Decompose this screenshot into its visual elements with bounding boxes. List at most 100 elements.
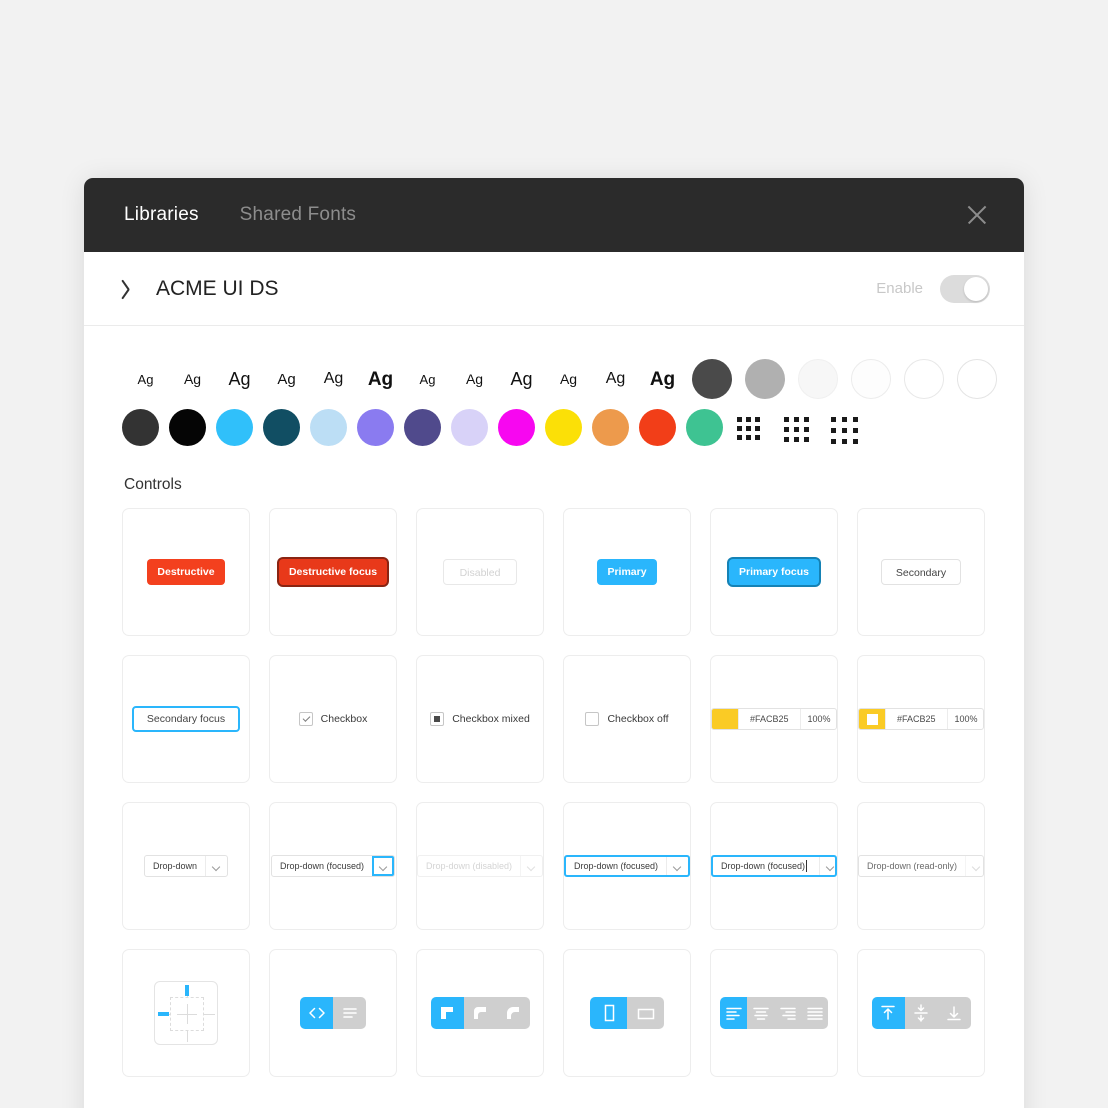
swatch-black[interactable] xyxy=(169,408,206,446)
swatch-white-2[interactable] xyxy=(957,359,997,399)
color-swatch-solid[interactable] xyxy=(712,709,738,729)
swatch-red-orange[interactable] xyxy=(639,408,676,446)
dot-grid-medium[interactable] xyxy=(780,407,827,447)
type-sample-5[interactable]: Ag xyxy=(357,370,404,389)
color-opacity-value-ring[interactable]: 100% xyxy=(946,709,983,729)
close-icon[interactable] xyxy=(964,202,990,228)
checkbox-mixed-icon[interactable] xyxy=(430,712,445,726)
vertical-align-toggle[interactable] xyxy=(871,997,971,1029)
dropdown-focused-text-label[interactable]: Drop-down (focused) xyxy=(713,857,819,875)
orientation-toggle[interactable] xyxy=(590,997,664,1029)
corner-radius-toggle[interactable] xyxy=(430,997,530,1029)
swatch-sky-blue[interactable] xyxy=(216,408,253,446)
destructive-focus-button[interactable]: Destructive focus xyxy=(278,559,388,585)
swatch-periwinkle[interactable] xyxy=(357,408,394,446)
type-sample-6[interactable]: Ag xyxy=(404,373,451,386)
align-justify-icon[interactable] xyxy=(801,997,828,1029)
swatch-charcoal[interactable] xyxy=(122,408,159,446)
dot-grid-tight[interactable] xyxy=(733,407,780,447)
text-lines-icon[interactable] xyxy=(333,997,366,1029)
swatch-indigo[interactable] xyxy=(404,408,441,446)
spacing-widget[interactable] xyxy=(154,981,218,1045)
type-sample-9[interactable]: Ag xyxy=(545,372,592,386)
dropdown-focused-all[interactable]: Drop-down (focused) xyxy=(564,855,690,877)
swatch-green[interactable] xyxy=(686,408,723,446)
card-primary: Primary xyxy=(563,508,691,636)
swatch-near-white-1[interactable] xyxy=(798,359,838,399)
enable-toggle[interactable] xyxy=(940,274,990,303)
color-opacity-value[interactable]: 100% xyxy=(799,709,836,729)
swatch-light-blue[interactable] xyxy=(310,408,347,446)
align-left-icon[interactable] xyxy=(720,997,747,1029)
type-sample-4[interactable]: Ag xyxy=(310,371,357,387)
chevron-left-icon[interactable] xyxy=(124,278,137,300)
landscape-icon[interactable] xyxy=(627,997,664,1029)
type-sample-1[interactable]: Ag xyxy=(169,372,216,386)
spacing-line-bottom xyxy=(186,1031,188,1042)
swatch-near-white-2[interactable] xyxy=(851,359,891,399)
checkbox-off-icon[interactable] xyxy=(585,712,600,726)
checkbox-mixed-row[interactable]: Checkbox mixed xyxy=(430,712,530,726)
color-field-ring[interactable]: #FACB25 100% xyxy=(858,708,984,730)
type-sample-3[interactable]: Ag xyxy=(263,372,310,387)
chevron-down-icon[interactable] xyxy=(372,856,394,876)
corner-round-large-icon[interactable] xyxy=(496,997,530,1029)
dropdown-focused-arrow[interactable]: Drop-down (focused) xyxy=(270,855,396,877)
card-spacing-widget xyxy=(122,949,250,1077)
swatch-mid-gray[interactable] xyxy=(745,359,785,399)
swatch-magenta[interactable] xyxy=(498,408,535,446)
color-swatch-row xyxy=(122,404,986,450)
text-align-toggle[interactable] xyxy=(720,997,828,1029)
secondary-button[interactable]: Secondary xyxy=(880,559,962,585)
type-sample-7[interactable]: Ag xyxy=(451,372,498,386)
type-sample-0[interactable]: Ag xyxy=(122,373,169,386)
align-top-icon[interactable] xyxy=(871,997,905,1029)
chevron-down-icon[interactable] xyxy=(666,857,688,875)
secondary-focus-button[interactable]: Secondary focus xyxy=(131,706,241,732)
dot-grid-wide[interactable] xyxy=(827,407,874,447)
align-middle-icon[interactable] xyxy=(904,997,938,1029)
swatch-yellow[interactable] xyxy=(545,408,582,446)
tab-shared-fonts[interactable]: Shared Fonts xyxy=(240,204,356,226)
color-hex-value-ring[interactable]: #FACB25 xyxy=(885,709,947,729)
primary-button[interactable]: Primary xyxy=(597,559,657,585)
modal-titlebar: Libraries Shared Fonts xyxy=(84,178,1024,252)
type-sample-11[interactable]: Ag xyxy=(639,370,686,389)
card-vertical-align-toggle xyxy=(857,949,985,1077)
card-checkbox-mixed: Checkbox mixed xyxy=(416,655,544,783)
spacing-active-top xyxy=(185,985,189,996)
align-center-icon[interactable] xyxy=(747,997,774,1029)
swatch-white-1[interactable] xyxy=(904,359,944,399)
align-bottom-icon[interactable] xyxy=(937,997,971,1029)
destructive-button[interactable]: Destructive xyxy=(147,559,225,585)
dropdown-focused-arrow-label: Drop-down (focused) xyxy=(279,861,365,871)
card-primary-focus: Primary focus xyxy=(710,508,838,636)
tab-libraries[interactable]: Libraries xyxy=(124,204,199,226)
swatch-dark-gray[interactable] xyxy=(692,359,732,399)
dropdown-readonly-label: Drop-down (read-only) xyxy=(867,861,958,871)
color-swatch-ring[interactable] xyxy=(859,709,885,729)
dropdown-default[interactable]: Drop-down xyxy=(143,855,229,877)
corner-sharp-icon[interactable] xyxy=(430,997,464,1029)
code-text-toggle[interactable] xyxy=(300,997,366,1029)
disabled-button: Disabled xyxy=(442,559,518,585)
corner-round-small-icon[interactable] xyxy=(463,997,497,1029)
swatch-teal-dark[interactable] xyxy=(263,408,300,446)
color-hex-value[interactable]: #FACB25 xyxy=(738,709,800,729)
type-sample-2[interactable]: Ag xyxy=(216,370,263,388)
swatch-orange[interactable] xyxy=(592,408,629,446)
primary-focus-button[interactable]: Primary focus xyxy=(728,559,820,585)
checkbox-checked-icon[interactable] xyxy=(298,712,313,726)
swatch-lavender[interactable] xyxy=(451,408,488,446)
checkbox-off-row[interactable]: Checkbox off xyxy=(585,712,669,726)
align-right-icon[interactable] xyxy=(774,997,801,1029)
portrait-icon[interactable] xyxy=(590,997,627,1029)
chevron-down-icon[interactable] xyxy=(205,856,227,876)
type-sample-8[interactable]: Ag xyxy=(498,370,545,388)
code-icon[interactable] xyxy=(300,997,333,1029)
type-sample-10[interactable]: Ag xyxy=(592,371,639,387)
color-field-solid[interactable]: #FACB25 100% xyxy=(711,708,837,730)
dropdown-focused-text[interactable]: Drop-down (focused) xyxy=(711,855,837,877)
checkbox-checked-row[interactable]: Checkbox xyxy=(298,712,367,726)
chevron-down-icon[interactable] xyxy=(819,857,835,875)
